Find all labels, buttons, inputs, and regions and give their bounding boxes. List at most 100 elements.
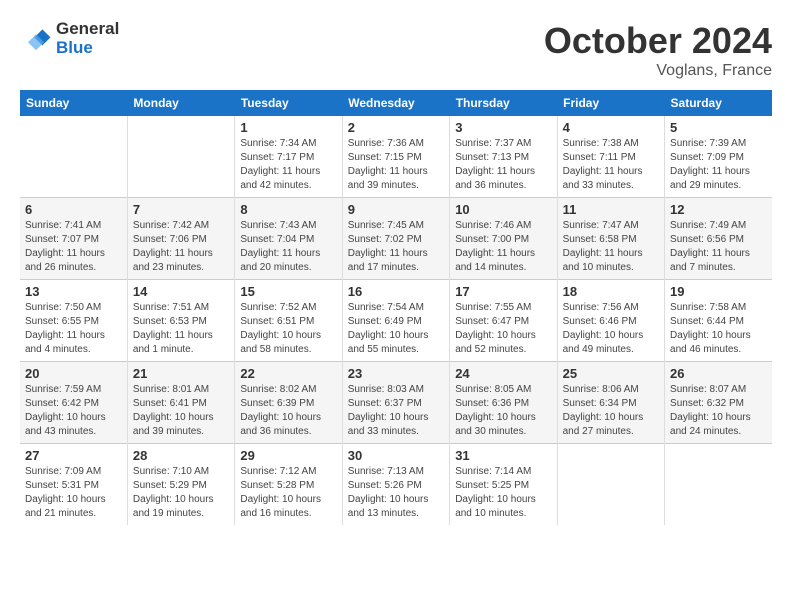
day-info: Sunrise: 7:49 AM Sunset: 6:56 PM Dayligh…	[670, 219, 767, 275]
day-number: 26	[670, 366, 767, 381]
calendar-cell: 11Sunrise: 7:47 AM Sunset: 6:58 PM Dayli…	[557, 198, 664, 280]
calendar-cell	[665, 444, 772, 526]
day-info: Sunrise: 7:37 AM Sunset: 7:13 PM Dayligh…	[455, 137, 551, 193]
calendar-cell: 4Sunrise: 7:38 AM Sunset: 7:11 PM Daylig…	[557, 116, 664, 198]
day-number: 15	[240, 284, 336, 299]
day-info: Sunrise: 7:13 AM Sunset: 5:26 PM Dayligh…	[348, 465, 444, 521]
day-info: Sunrise: 7:39 AM Sunset: 7:09 PM Dayligh…	[670, 137, 767, 193]
day-info: Sunrise: 8:01 AM Sunset: 6:41 PM Dayligh…	[133, 383, 229, 439]
day-info: Sunrise: 7:41 AM Sunset: 7:07 PM Dayligh…	[25, 219, 122, 275]
week-row-5: 27 Sunrise: 7:09 AM Sunset: 5:31 PM Dayli…	[20, 444, 772, 526]
day-number: 8	[240, 202, 336, 217]
day-info: Sunrise: 7:43 AM Sunset: 7:04 PM Dayligh…	[240, 219, 336, 275]
week-row-2: 6Sunrise: 7:41 AM Sunset: 7:07 PM Daylig…	[20, 198, 772, 280]
calendar-cell: 29 Sunrise: 7:12 AM Sunset: 5:28 PM Dayli…	[235, 444, 342, 526]
location: Voglans, France	[544, 62, 772, 80]
calendar-cell: 31 Sunrise: 7:14 AM Sunset: 5:25 PM Dayli…	[450, 444, 557, 526]
day-number: 16	[348, 284, 444, 299]
month-title: October 2024	[544, 20, 772, 62]
day-number: 1	[240, 120, 336, 135]
calendar-cell: 17 Sunrise: 7:55 AM Sunset: 6:47 PM Dayli…	[450, 280, 557, 362]
day-info: Sunrise: 7:38 AM Sunset: 7:11 PM Dayligh…	[563, 137, 659, 193]
calendar-cell: 26 Sunrise: 8:07 AM Sunset: 6:32 PM Dayli…	[665, 362, 772, 444]
calendar-cell: 12 Sunrise: 7:49 AM Sunset: 6:56 PM Dayli…	[665, 198, 772, 280]
day-info: Sunrise: 7:36 AM Sunset: 7:15 PM Dayligh…	[348, 137, 444, 193]
day-number: 12	[670, 202, 767, 217]
day-number: 10	[455, 202, 551, 217]
day-number: 20	[25, 366, 122, 381]
day-info: Sunrise: 7:55 AM Sunset: 6:47 PM Dayligh…	[455, 301, 551, 357]
calendar-cell	[127, 116, 234, 198]
day-number: 27	[25, 448, 122, 463]
day-info: Sunrise: 7:12 AM Sunset: 5:28 PM Dayligh…	[240, 465, 336, 521]
day-info: Sunrise: 7:09 AM Sunset: 5:31 PM Dayligh…	[25, 465, 122, 521]
day-header-friday: Friday	[557, 90, 664, 116]
day-number: 28	[133, 448, 229, 463]
calendar-cell: 22 Sunrise: 8:02 AM Sunset: 6:39 PM Dayli…	[235, 362, 342, 444]
calendar-cell	[20, 116, 127, 198]
day-info: Sunrise: 8:05 AM Sunset: 6:36 PM Dayligh…	[455, 383, 551, 439]
calendar-cell: 2Sunrise: 7:36 AM Sunset: 7:15 PM Daylig…	[342, 116, 449, 198]
calendar-cell: 1 Sunrise: 7:34 AM Sunset: 7:17 PM Daylig…	[235, 116, 342, 198]
day-number: 30	[348, 448, 444, 463]
day-info: Sunrise: 7:54 AM Sunset: 6:49 PM Dayligh…	[348, 301, 444, 357]
title-block: October 2024 Voglans, France	[544, 20, 772, 80]
calendar-cell: 13Sunrise: 7:50 AM Sunset: 6:55 PM Dayli…	[20, 280, 127, 362]
day-info: Sunrise: 8:03 AM Sunset: 6:37 PM Dayligh…	[348, 383, 444, 439]
day-info: Sunrise: 7:46 AM Sunset: 7:00 PM Dayligh…	[455, 219, 551, 275]
day-number: 9	[348, 202, 444, 217]
day-info: Sunrise: 7:14 AM Sunset: 5:25 PM Dayligh…	[455, 465, 551, 521]
day-number: 19	[670, 284, 767, 299]
day-number: 3	[455, 120, 551, 135]
day-number: 21	[133, 366, 229, 381]
logo: General Blue	[20, 20, 119, 57]
day-info: Sunrise: 8:02 AM Sunset: 6:39 PM Dayligh…	[240, 383, 336, 439]
day-number: 23	[348, 366, 444, 381]
day-info: Sunrise: 7:45 AM Sunset: 7:02 PM Dayligh…	[348, 219, 444, 275]
day-number: 11	[563, 202, 659, 217]
day-number: 25	[563, 366, 659, 381]
calendar-cell: 25 Sunrise: 8:06 AM Sunset: 6:34 PM Dayli…	[557, 362, 664, 444]
day-info: Sunrise: 7:52 AM Sunset: 6:51 PM Dayligh…	[240, 301, 336, 357]
calendar-cell: 8 Sunrise: 7:43 AM Sunset: 7:04 PM Daylig…	[235, 198, 342, 280]
calendar-cell: 23 Sunrise: 8:03 AM Sunset: 6:37 PM Dayli…	[342, 362, 449, 444]
day-info: Sunrise: 7:58 AM Sunset: 6:44 PM Dayligh…	[670, 301, 767, 357]
day-info: Sunrise: 8:07 AM Sunset: 6:32 PM Dayligh…	[670, 383, 767, 439]
day-header-thursday: Thursday	[450, 90, 557, 116]
week-row-3: 13Sunrise: 7:50 AM Sunset: 6:55 PM Dayli…	[20, 280, 772, 362]
calendar-cell	[557, 444, 664, 526]
calendar-cell: 14 Sunrise: 7:51 AM Sunset: 6:53 PM Dayli…	[127, 280, 234, 362]
calendar-cell: 21 Sunrise: 8:01 AM Sunset: 6:41 PM Dayli…	[127, 362, 234, 444]
calendar-cell: 10 Sunrise: 7:46 AM Sunset: 7:00 PM Dayli…	[450, 198, 557, 280]
day-number: 17	[455, 284, 551, 299]
calendar-cell: 7Sunrise: 7:42 AM Sunset: 7:06 PM Daylig…	[127, 198, 234, 280]
calendar-table: SundayMondayTuesdayWednesdayThursdayFrid…	[20, 90, 772, 525]
calendar-cell: 5Sunrise: 7:39 AM Sunset: 7:09 PM Daylig…	[665, 116, 772, 198]
day-number: 22	[240, 366, 336, 381]
day-info: Sunrise: 7:34 AM Sunset: 7:17 PM Dayligh…	[240, 137, 336, 193]
day-header-monday: Monday	[127, 90, 234, 116]
day-number: 18	[563, 284, 659, 299]
day-info: Sunrise: 8:06 AM Sunset: 6:34 PM Dayligh…	[563, 383, 659, 439]
day-number: 29	[240, 448, 336, 463]
day-number: 14	[133, 284, 229, 299]
day-info: Sunrise: 7:10 AM Sunset: 5:29 PM Dayligh…	[133, 465, 229, 521]
logo-icon	[20, 23, 52, 55]
calendar-cell: 27 Sunrise: 7:09 AM Sunset: 5:31 PM Dayli…	[20, 444, 127, 526]
day-number: 13	[25, 284, 122, 299]
calendar-cell: 20Sunrise: 7:59 AM Sunset: 6:42 PM Dayli…	[20, 362, 127, 444]
day-header-sunday: Sunday	[20, 90, 127, 116]
calendar-cell: 28 Sunrise: 7:10 AM Sunset: 5:29 PM Dayli…	[127, 444, 234, 526]
day-info: Sunrise: 7:51 AM Sunset: 6:53 PM Dayligh…	[133, 301, 229, 357]
page-header: General Blue October 2024 Voglans, Franc…	[20, 20, 772, 80]
calendar-cell: 16 Sunrise: 7:54 AM Sunset: 6:49 PM Dayli…	[342, 280, 449, 362]
calendar-cell: 18Sunrise: 7:56 AM Sunset: 6:46 PM Dayli…	[557, 280, 664, 362]
logo-text-line2: Blue	[56, 39, 119, 58]
calendar-cell: 24 Sunrise: 8:05 AM Sunset: 6:36 PM Dayli…	[450, 362, 557, 444]
week-row-4: 20Sunrise: 7:59 AM Sunset: 6:42 PM Dayli…	[20, 362, 772, 444]
day-header-saturday: Saturday	[665, 90, 772, 116]
calendar-cell: 6Sunrise: 7:41 AM Sunset: 7:07 PM Daylig…	[20, 198, 127, 280]
day-number: 24	[455, 366, 551, 381]
day-number: 31	[455, 448, 551, 463]
days-header-row: SundayMondayTuesdayWednesdayThursdayFrid…	[20, 90, 772, 116]
